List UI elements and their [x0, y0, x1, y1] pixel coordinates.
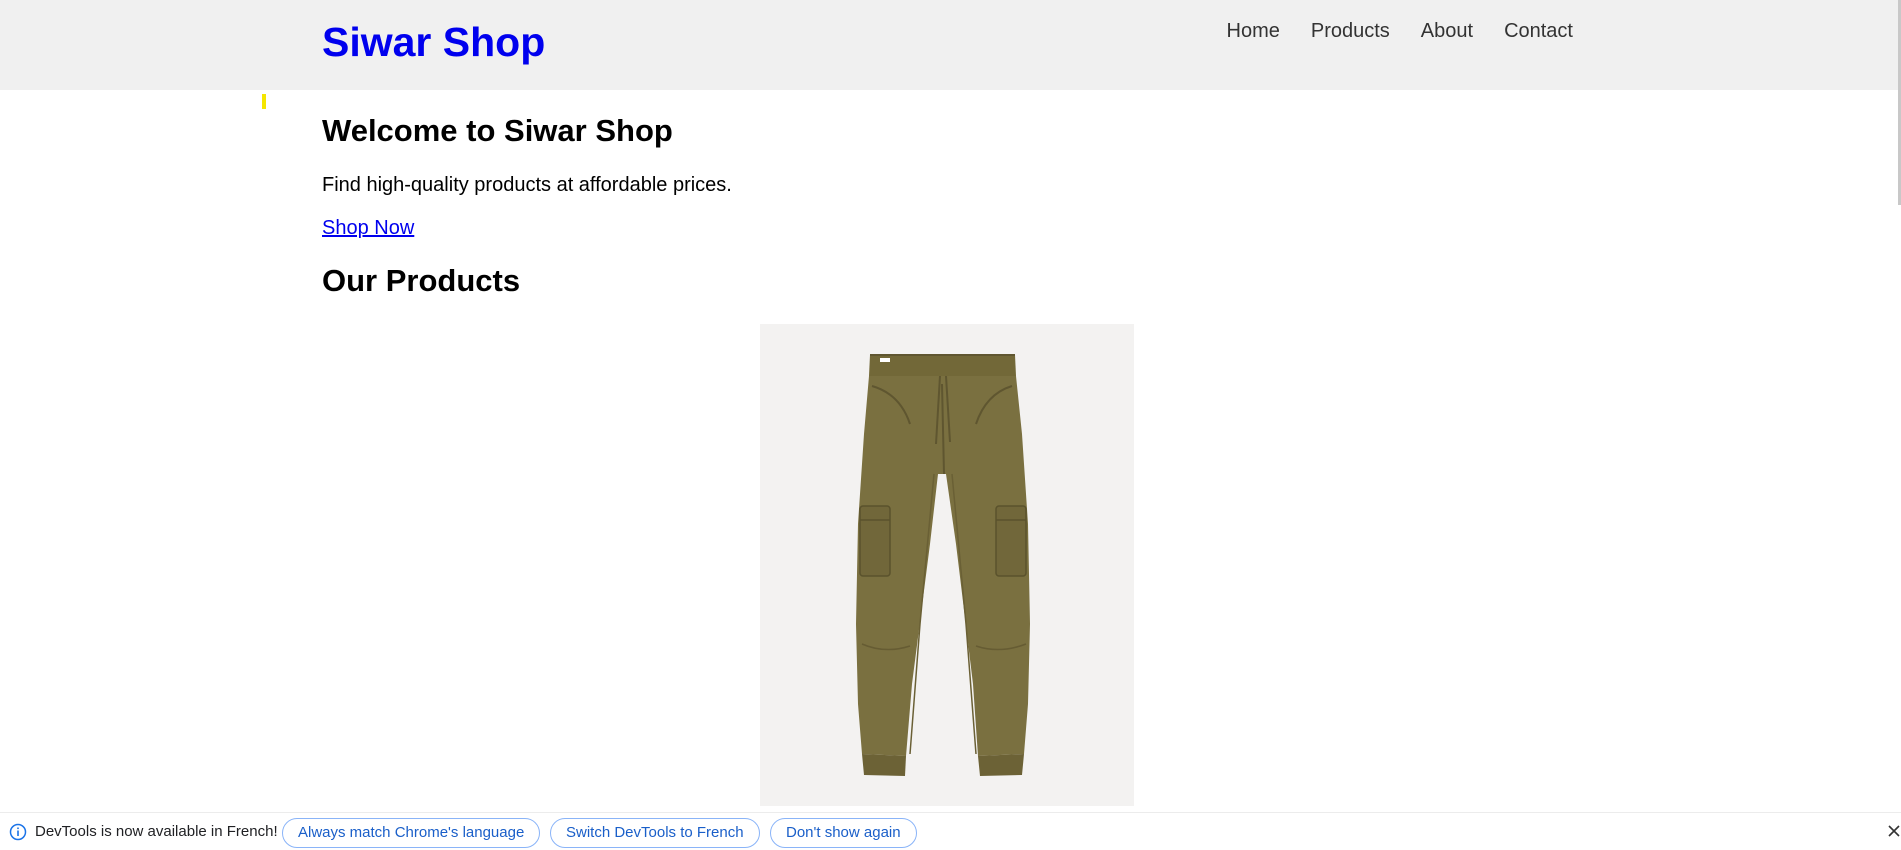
dont-show-again-button[interactable]: Don't show again — [770, 818, 917, 848]
site-header: Siwar Shop Home Products About Contact — [0, 0, 1901, 90]
nav-contact-link[interactable]: Contact — [1504, 18, 1573, 44]
infobar-message: DevTools is now available in French! — [35, 823, 278, 840]
hero-title: Welcome to Siwar Shop — [322, 113, 673, 148]
site-logo[interactable]: Siwar Shop — [322, 18, 545, 66]
nav-products-link[interactable]: Products — [1311, 18, 1390, 44]
cargo-pants-illustration — [760, 324, 1134, 806]
close-icon[interactable] — [1887, 822, 1901, 840]
main-nav: Home Products About Contact — [1227, 18, 1574, 44]
product-image-cargo-pants[interactable] — [760, 324, 1134, 806]
shop-now-link[interactable]: Shop Now — [322, 215, 414, 241]
products-section-title: Our Products — [322, 263, 521, 298]
focus-marker — [262, 94, 266, 109]
nav-about-link[interactable]: About — [1421, 18, 1473, 44]
nav-home-link[interactable]: Home — [1227, 18, 1280, 44]
devtools-language-infobar: DevTools is now available in French! Alw… — [0, 812, 1901, 850]
hero-subtitle: Find high-quality products at affordable… — [322, 174, 732, 196]
switch-to-french-button[interactable]: Switch DevTools to French — [550, 818, 760, 848]
always-match-language-button[interactable]: Always match Chrome's language — [282, 818, 541, 848]
info-icon — [9, 823, 27, 841]
